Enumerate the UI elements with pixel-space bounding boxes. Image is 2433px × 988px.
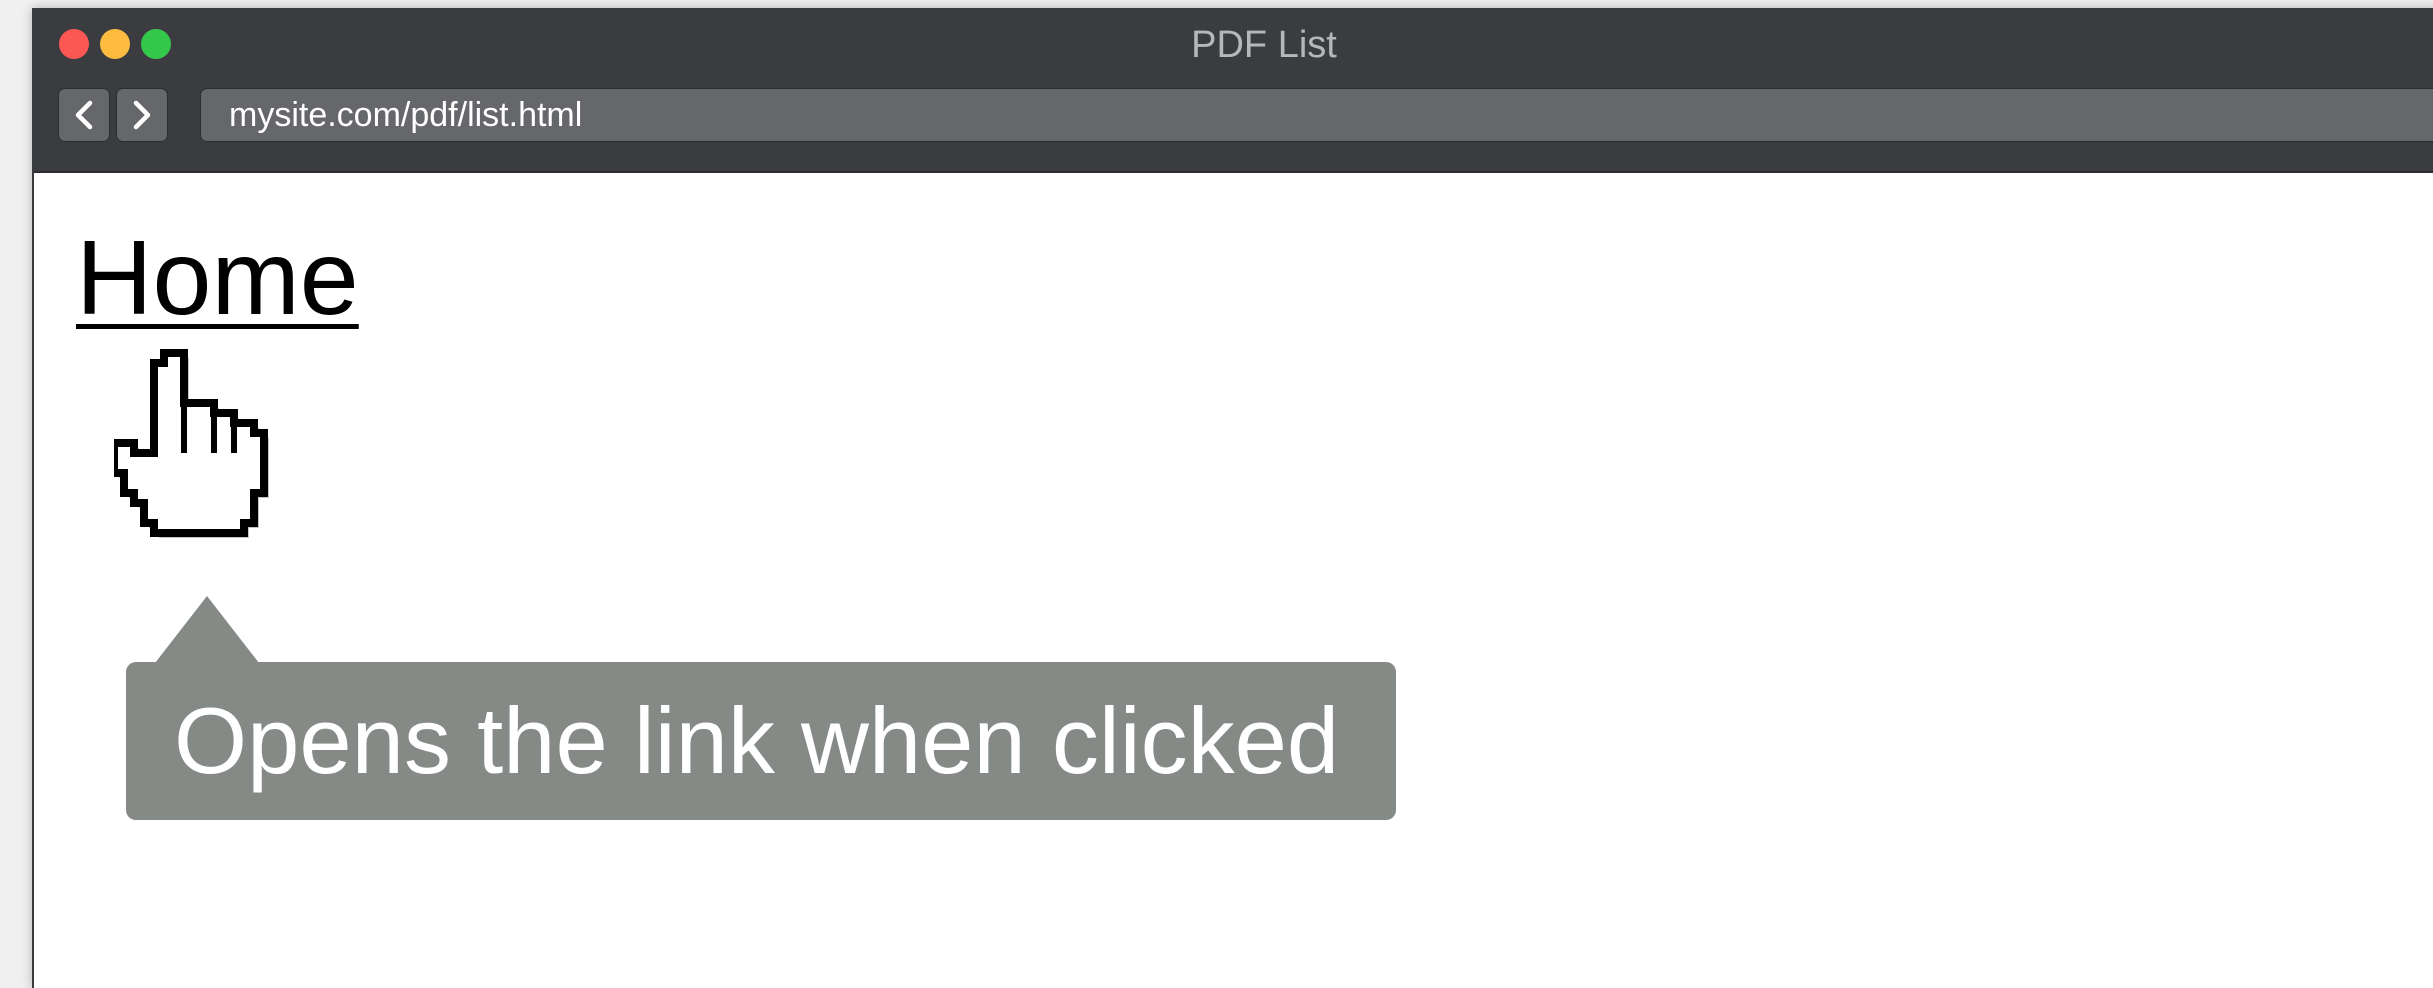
back-button[interactable] [58,88,110,142]
pointing-hand-cursor-icon [114,349,269,538]
tooltip-arrow [155,596,259,663]
home-link[interactable]: Home [76,225,359,331]
page-content: Home Opens the link when clicked [34,173,2433,988]
forward-button[interactable] [116,88,168,142]
address-bar[interactable]: mysite.com/pdf/list.html [200,88,2433,142]
title-bar: PDF List mysite.com/pdf/list.html [34,8,2433,173]
chevron-left-icon [75,100,93,130]
window-title: PDF List [1191,24,1337,66]
chevron-right-icon [133,100,151,130]
browser-window: PDF List mysite.com/pdf/list.html Home O… [32,8,2433,988]
link-tooltip: Opens the link when clicked [126,662,1396,820]
